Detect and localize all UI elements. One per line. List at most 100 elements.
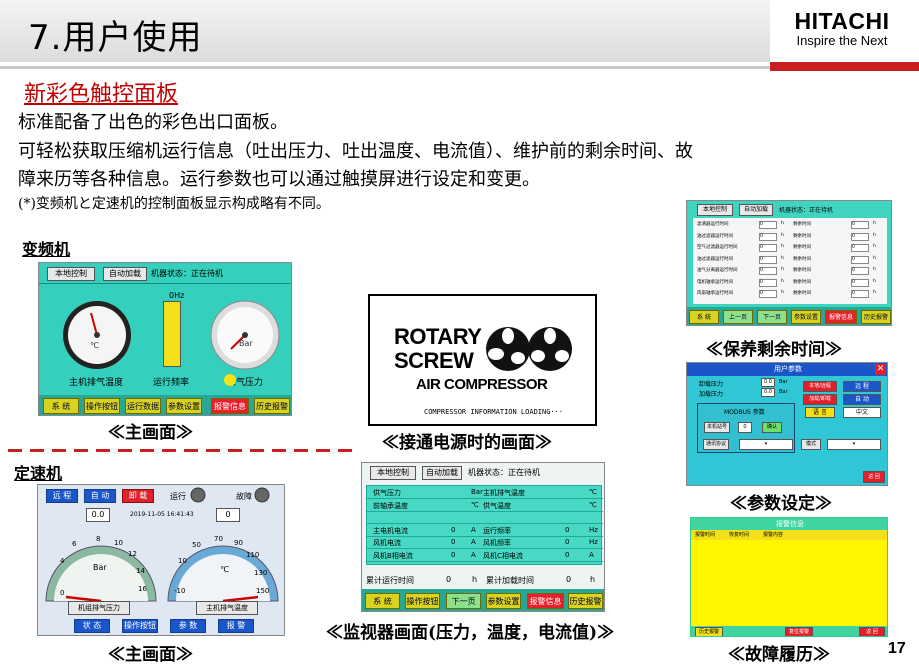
maint-system-button[interactable]: 系 统 — [689, 310, 719, 324]
maint-left-value: 0 — [759, 221, 777, 229]
maint-left-unit: h — [781, 221, 784, 226]
param-proto-select[interactable]: ▾ — [739, 439, 793, 450]
run-indicator-icon — [190, 487, 206, 503]
rs-word-screw: SCREW — [394, 348, 474, 373]
right-tick-0: -10 — [174, 587, 186, 595]
mon-history-button[interactable]: 历史报警 — [568, 593, 603, 609]
header-rule — [0, 62, 919, 72]
vfd-main-panel: 本地控制 自动加载 机器状态：正在待机 ℃ 0Hz Bar 主机排气温度 运行频… — [38, 262, 292, 416]
mon-params-button[interactable]: 参数设置 — [486, 593, 521, 609]
vfd-rundata-button[interactable]: 运行数据 — [125, 398, 161, 414]
left-tick-4: 8 — [96, 535, 101, 543]
caption-fault: ≪故障履历≫ — [728, 645, 830, 665]
hitachi-logo: HITACHI Inspire the Next — [772, 8, 912, 58]
temperature-gauge-icon — [63, 301, 131, 369]
intro-line-1: 标准配备了出色的彩色出口面板。 — [18, 112, 288, 133]
monitor-cell: 主机排气温度 — [483, 489, 525, 497]
left-tick-0: 0 — [60, 589, 65, 597]
param-confirm-button[interactable]: 确认 — [762, 422, 782, 433]
param-auto-button[interactable]: 自 动 — [843, 394, 881, 405]
intro-line-2: 可轻松获取压缩机运行信息（吐出压力、吐出温度、电流值）、维护前的剩余时间、故 — [18, 141, 693, 162]
page-title: 7.用户使用 — [28, 18, 203, 58]
maint-history-button[interactable]: 历史报警 — [861, 310, 891, 324]
vfd-alarm-button[interactable]: 报警信息 — [211, 398, 249, 414]
param-mode-label: 模式 — [801, 439, 821, 450]
fault-reset-button[interactable]: 复位报警 — [785, 627, 813, 636]
title-bar: 7.用户使用 — [0, 0, 770, 62]
fixed-params-button[interactable]: 参 数 — [170, 619, 206, 633]
vfd-system-button[interactable]: 系 统 — [43, 398, 79, 414]
close-icon[interactable]: ✕ — [875, 364, 886, 375]
maint-left-label: 油过滤器运行时间 — [697, 233, 733, 239]
maint-next-button[interactable]: 下一页 — [757, 310, 787, 324]
maint-right-unit: h — [873, 267, 876, 272]
mon-next-button[interactable]: 下一页 — [446, 593, 481, 609]
vfd-params-button[interactable]: 参数设置 — [166, 398, 202, 414]
fixed-status-button[interactable]: 状 态 — [74, 619, 110, 633]
fixed-left-unit: Bar — [93, 563, 107, 572]
param-language-select[interactable]: 中文 — [843, 407, 881, 418]
vfd-autoload-button[interactable]: 自动加载 — [103, 267, 147, 281]
maint-right-value: 0 — [851, 232, 869, 241]
vfd-status: 机器状态：正在待机 — [151, 269, 223, 278]
fixed-alarm-button[interactable]: 报 警 — [218, 619, 254, 633]
label-vfd: 变频机 — [22, 240, 71, 259]
fault-back-button[interactable]: 返 回 — [859, 627, 885, 636]
caption-monitor: ≪监视器画面(压力，温度，电流值)≫ — [326, 623, 615, 643]
mon-loadtime-label: 累计加载时间 — [486, 576, 534, 585]
right-tick-6: 110 — [246, 551, 260, 559]
monitor-cell: ℃ — [589, 488, 597, 496]
monitor-cell: 0 — [451, 550, 456, 559]
vfd-operation-button[interactable]: 操作按钮 — [84, 398, 120, 414]
maint-left-value: 0 — [759, 244, 777, 252]
param-mode-select[interactable]: ▾ — [827, 439, 881, 450]
left-tick-5: 10 — [114, 539, 123, 547]
maint-left-unit: h — [781, 267, 784, 272]
fault-col-recover: 恢复时间 — [729, 532, 750, 538]
maint-alarm-button[interactable]: 报警信息 — [825, 310, 857, 324]
fixed-operation-button[interactable]: 操作按钮 — [122, 619, 158, 633]
maint-left-value: 0 — [759, 267, 777, 275]
maint-left-value: 0 — [759, 278, 777, 287]
right-tick-3: 50 — [192, 541, 201, 549]
mon-local-button[interactable]: 本地控制 — [370, 466, 416, 480]
param-remote-button[interactable]: 远 程 — [843, 381, 881, 392]
mon-system-button[interactable]: 系 统 — [365, 593, 400, 609]
monitor-panel: 本地控制 自动加载 机器状态：正在待机 供气压力 Bar 主机排气温度 ℃ 前轴承温度 ℃… — [361, 462, 605, 612]
mon-autoload-button[interactable]: 自动加载 — [422, 466, 462, 480]
fixed-remote-button[interactable]: 远 程 — [46, 489, 78, 503]
maint-left-unit: h — [781, 290, 784, 295]
fixed-press-value: 0.0 — [86, 508, 110, 522]
maint-local-button[interactable]: 本地控制 — [697, 204, 733, 216]
maint-left-unit: h — [781, 278, 784, 284]
monitor-cell: 风机C相电流 — [483, 551, 523, 560]
maint-right-value: 0 — [851, 244, 869, 252]
rs-word-compressor: AIR COMPRESSOR — [416, 376, 548, 393]
maint-prev-button[interactable]: 上一页 — [723, 310, 753, 324]
mon-alarm-button[interactable]: 报警信息 — [527, 593, 564, 609]
maint-params-button[interactable]: 参数设置 — [791, 310, 821, 324]
fixed-unload-button[interactable]: 卸 载 — [122, 489, 154, 503]
param-back-button[interactable]: 返 回 — [863, 471, 885, 483]
right-tick-8: 150 — [256, 587, 270, 595]
mon-runtime-unit: h — [472, 575, 478, 584]
param-load-value[interactable]: 0.0 — [761, 388, 775, 397]
fault-history-button[interactable]: 历史报警 — [695, 627, 723, 636]
fixed-auto-button[interactable]: 自 动 — [84, 489, 116, 503]
mon-operation-button[interactable]: 操作按钮 — [405, 593, 440, 609]
param-addr-value[interactable]: 0 — [738, 422, 752, 433]
maint-autoload-button[interactable]: 自动加载 — [739, 204, 773, 216]
vfd-temp-unit: ℃ — [90, 341, 99, 350]
modbus-label: MODBUS 参数 — [724, 409, 765, 416]
param-language-label: 语 言 — [805, 407, 835, 418]
monitor-cell: Hz — [589, 538, 598, 546]
caption-fixed-main: ≪主画面≫ — [108, 645, 193, 665]
monitor-table: 供气压力 Bar 主机排气温度 ℃ 前轴承温度 ℃ 供气温度 ℃ 主电机电流 0 A 运行频率 0 Hz 风… — [366, 485, 603, 565]
param-addr-label: 本机站号 — [704, 422, 730, 433]
vfd-history-button[interactable]: 历史报警 — [254, 398, 290, 414]
param-loadunload-label: 加载/卸载 — [803, 394, 837, 405]
intro-line-3: 障来历等各种信息。运行参数也可以通过触摸屏进行设定和变更。 — [18, 169, 540, 190]
param-unload-value[interactable]: 0.0 — [761, 378, 775, 387]
parameter-panel: 用户参数 ✕ 卸载压力 加载压力 0.0 0.0 Bar Bar MODBUS … — [686, 362, 888, 486]
vfd-local-button[interactable]: 本地控制 — [47, 267, 95, 281]
